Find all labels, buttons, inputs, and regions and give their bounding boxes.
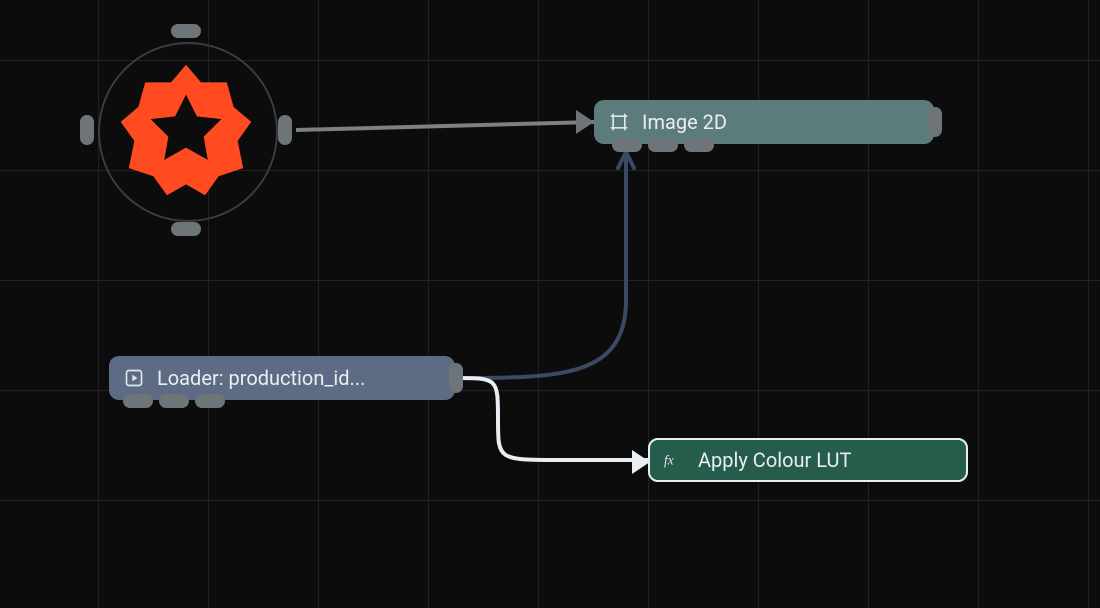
gear-icon <box>118 62 254 198</box>
applylut-label: Apply Colour LUT <box>698 448 851 472</box>
image-2d-node[interactable]: Image 2D <box>594 100 934 144</box>
source-node[interactable] <box>76 20 296 240</box>
applylut-input-port[interactable] <box>632 450 650 474</box>
source-port-right[interactable] <box>278 115 292 145</box>
image2d-output-port[interactable] <box>928 107 942 137</box>
frame-icon <box>608 112 630 132</box>
image2d-bottom-port-3[interactable] <box>684 138 714 152</box>
source-port-bottom[interactable] <box>171 222 201 236</box>
image2d-bottom-port-2[interactable] <box>648 138 678 152</box>
play-square-icon <box>123 368 145 388</box>
fx-icon: fx <box>664 450 686 470</box>
edge-source-to-image2d <box>296 122 594 130</box>
edge-loader-to-applylut <box>455 378 648 460</box>
image2d-bottom-port-1[interactable] <box>612 138 642 152</box>
apply-colour-lut-node[interactable]: fx Apply Colour LUT <box>648 438 968 482</box>
loader-output-port[interactable] <box>449 363 463 393</box>
source-port-top[interactable] <box>171 24 201 38</box>
edge-loader-to-image2d <box>455 152 634 378</box>
source-port-left[interactable] <box>80 115 94 145</box>
loader-bottom-port-3[interactable] <box>195 394 225 408</box>
node-graph-canvas[interactable]: Image 2D Loader: production_id... fx App… <box>0 0 1100 608</box>
image2d-label: Image 2D <box>642 110 727 134</box>
loader-node[interactable]: Loader: production_id... <box>109 356 455 400</box>
svg-text:fx: fx <box>664 453 674 468</box>
loader-bottom-port-2[interactable] <box>159 394 189 408</box>
loader-label: Loader: production_id... <box>157 366 365 390</box>
loader-bottom-port-1[interactable] <box>123 394 153 408</box>
image2d-input-port[interactable] <box>576 110 594 134</box>
